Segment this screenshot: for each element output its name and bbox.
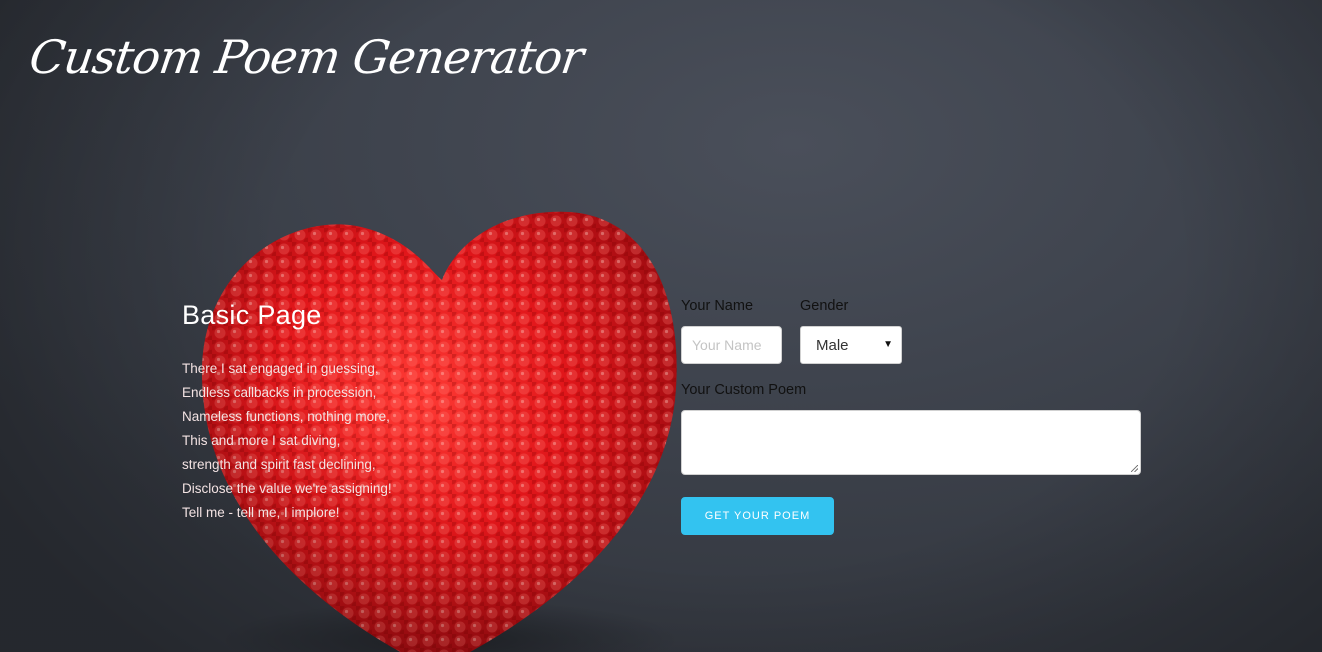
poem-line: There I sat engaged in guessing, <box>182 361 379 376</box>
page-heading: Basic Page <box>182 300 322 330</box>
poem-line: Nameless functions, nothing more, <box>182 409 390 424</box>
custom-poem-textarea[interactable] <box>681 410 1141 475</box>
name-gender-row: Your Name Gender Male ▼ <box>681 298 1151 364</box>
gender-label: Gender <box>800 298 849 314</box>
poem-line: Tell me - tell me, I implore! <box>182 505 340 520</box>
name-label: Your Name <box>681 298 754 314</box>
triangle-down-icon: ▼ <box>883 339 893 350</box>
name-field-group: Your Name <box>681 298 782 364</box>
intro-section: Basic Page There I sat engaged in guessi… <box>182 300 512 525</box>
gender-field-group: Gender Male ▼ <box>800 298 902 364</box>
poem-line: Endless callbacks in procession, <box>182 385 377 400</box>
resize-grip-icon[interactable] <box>1131 465 1138 472</box>
poem-text: There I sat engaged in guessing, Endless… <box>182 357 512 525</box>
poem-line: strength and spirit fast declining, <box>182 457 376 472</box>
page: Custom Poem Generator Basic Page There I… <box>0 0 1322 652</box>
poem-form: Your Name Gender Male ▼ Your Custom Poem… <box>681 298 1151 535</box>
get-poem-button[interactable]: Get Your Poem <box>681 497 834 535</box>
name-input[interactable] <box>681 326 782 364</box>
poem-line: This and more I sat diving, <box>182 433 341 448</box>
gender-selected-value: Male <box>816 336 849 354</box>
site-title[interactable]: Custom Poem Generator <box>26 30 586 84</box>
poem-line: Disclose the value we're assigning! <box>182 481 392 496</box>
poem-label: Your Custom Poem <box>681 382 807 398</box>
gender-select[interactable]: Male ▼ <box>800 326 902 364</box>
